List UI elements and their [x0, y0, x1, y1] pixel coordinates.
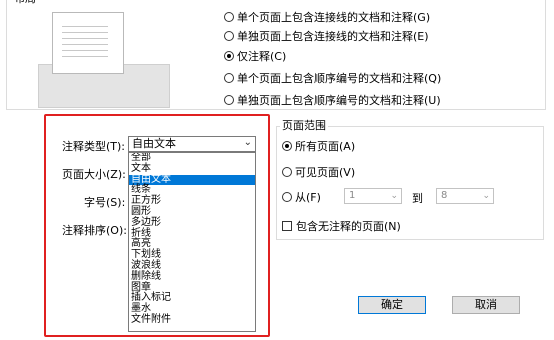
preview-line: [62, 50, 108, 51]
preview-line: [62, 26, 108, 27]
radio-icon[interactable]: [282, 167, 292, 177]
ok-button[interactable]: 确定: [358, 296, 426, 314]
checkbox-icon[interactable]: [282, 221, 292, 231]
radio-option-connected-single[interactable]: 单个页面上包含连接线的文档和注释(G): [224, 9, 430, 25]
radio-label: 单个页面上包含顺序编号的文档和注释(Q): [237, 72, 442, 85]
radio-option-annotations-only[interactable]: 仅注释(C): [224, 48, 286, 64]
radio-icon[interactable]: [224, 95, 234, 105]
radio-option-connected-separate[interactable]: 单独页面上包含连接线的文档和注释(E): [224, 28, 429, 44]
radio-label: 所有页面(A): [295, 140, 356, 153]
radio-label: 仅注释(C): [237, 50, 287, 63]
radio-option-numbered-separate[interactable]: 单独页面上包含顺序编号的文档和注释(U): [224, 92, 441, 108]
preview-line: [62, 32, 108, 33]
radio-label: 从(F): [295, 191, 321, 204]
radio-label: 可见页面(V): [295, 166, 356, 179]
preview-line: [62, 56, 108, 57]
chevron-down-icon[interactable]: ⌄: [390, 189, 398, 203]
chevron-down-icon[interactable]: ⌄: [482, 189, 490, 203]
radio-visible-pages[interactable]: 可见页面(V): [282, 164, 355, 180]
page-range-legend: 页面范围: [280, 119, 328, 132]
to-page-value: 8: [441, 190, 448, 201]
radio-from-pages[interactable]: 从(F): [282, 189, 321, 205]
radio-icon[interactable]: [224, 31, 234, 41]
radio-checked-icon[interactable]: [224, 51, 234, 61]
layout-preview-image: [38, 6, 170, 108]
radio-label: 单独页面上包含顺序编号的文档和注释(U): [237, 94, 441, 107]
from-page-spinbox[interactable]: 1 ⌄: [344, 188, 402, 204]
radio-icon[interactable]: [224, 12, 234, 22]
radio-icon[interactable]: [224, 73, 234, 83]
to-page-spinbox[interactable]: 8 ⌄: [436, 188, 494, 204]
highlight-annotation-box: [44, 114, 270, 337]
preview-page: [52, 12, 124, 74]
preview-line: [62, 38, 108, 39]
radio-checked-icon[interactable]: [282, 141, 292, 151]
checkbox-label: 包含无注释的页面(N): [296, 220, 401, 233]
radio-label: 单独页面上包含连接线的文档和注释(E): [237, 30, 429, 43]
layout-legend: 布局: [12, 0, 38, 5]
include-empty-pages-checkbox[interactable]: 包含无注释的页面(N): [282, 218, 401, 234]
from-page-value: 1: [349, 190, 356, 201]
preview-line: [62, 44, 108, 45]
radio-all-pages[interactable]: 所有页面(A): [282, 138, 355, 154]
cancel-button[interactable]: 取消: [452, 296, 520, 314]
to-label: 到: [412, 192, 423, 205]
radio-icon[interactable]: [282, 192, 292, 202]
radio-label: 单个页面上包含连接线的文档和注释(G): [237, 11, 431, 24]
radio-option-numbered-single[interactable]: 单个页面上包含顺序编号的文档和注释(Q): [224, 70, 441, 86]
